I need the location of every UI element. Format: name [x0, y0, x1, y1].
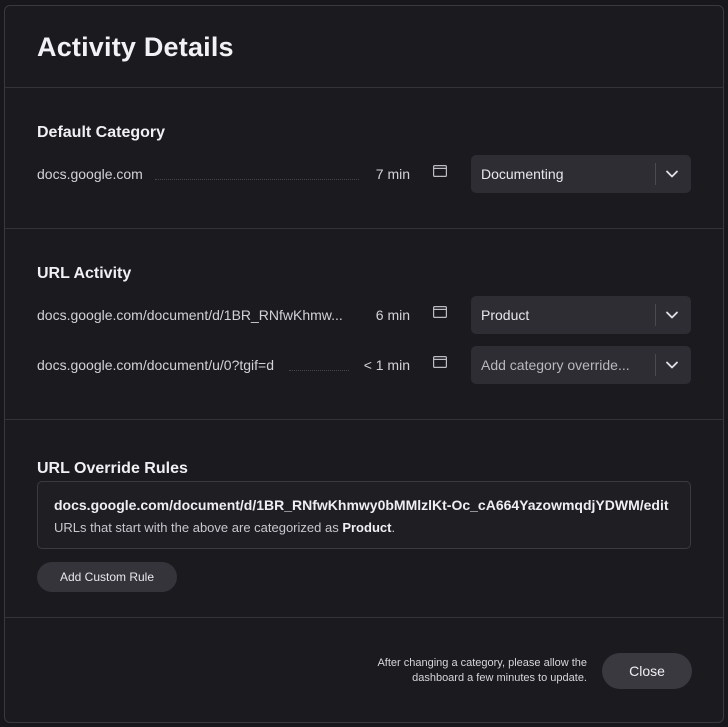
activity-duration: 7 min	[375, 166, 410, 182]
activity-duration: < 1 min	[363, 357, 410, 373]
leader-dots	[155, 179, 359, 180]
chevron-down-icon[interactable]	[665, 309, 679, 321]
activity-details-dialog: Activity Details Default Category docs.g…	[4, 5, 724, 723]
chevron-down-icon[interactable]	[665, 359, 679, 371]
add-custom-rule-button[interactable]: Add Custom Rule	[37, 562, 177, 592]
activity-duration: 6 min	[375, 307, 410, 323]
select-divider	[655, 304, 656, 326]
window-icon[interactable]	[433, 356, 447, 368]
category-override-select[interactable]: Add category override...	[471, 346, 691, 384]
close-button[interactable]: Close	[602, 653, 692, 689]
override-rule-description: URLs that start with the above are categ…	[54, 520, 395, 535]
default-category-section: Default Category docs.google.com 7 min D…	[5, 88, 723, 229]
chevron-down-icon[interactable]	[665, 168, 679, 180]
url-activity-section: URL Activity docs.google.com/document/d/…	[5, 229, 723, 420]
default-category-heading: Default Category	[37, 124, 166, 141]
dialog-header: Activity Details	[5, 6, 723, 88]
override-rule-url: docs.google.com/document/d/1BR_RNfwKhmwy…	[54, 497, 669, 513]
select-divider	[655, 354, 656, 376]
url-activity-heading: URL Activity	[37, 265, 132, 282]
dialog-title: Activity Details	[37, 32, 234, 62]
override-rule-desc-prefix: URLs that start with the above are categ…	[54, 520, 343, 535]
category-select[interactable]: Product	[471, 296, 691, 334]
url-override-rules-heading: URL Override Rules	[37, 460, 188, 477]
activity-row: docs.google.com/document/d/1BR_RNfwKhmw.…	[5, 296, 723, 334]
window-icon[interactable]	[433, 165, 447, 177]
category-select-placeholder: Add category override...	[481, 357, 630, 373]
update-notice: After changing a category, please allow …	[377, 657, 587, 684]
activity-url: docs.google.com/document/d/1BR_RNfwKhmw.…	[37, 307, 343, 323]
override-rule-category: Product	[342, 520, 392, 535]
category-select-value: Documenting	[481, 166, 564, 182]
category-select-value: Product	[481, 307, 530, 323]
category-select[interactable]: Documenting	[471, 155, 691, 193]
override-rule-desc-suffix: .	[391, 520, 396, 535]
window-icon[interactable]	[433, 306, 447, 318]
activity-row: docs.google.com/document/u/0?tgif=d < 1 …	[5, 346, 723, 384]
override-rule-card[interactable]: docs.google.com/document/d/1BR_RNfwKhmwy…	[37, 481, 691, 549]
select-divider	[655, 163, 656, 185]
activity-row: docs.google.com 7 min Documenting	[5, 155, 723, 193]
activity-url: docs.google.com/document/u/0?tgif=d	[37, 357, 274, 373]
url-override-rules-section: URL Override Rules docs.google.com/docum…	[5, 420, 723, 618]
activity-url: docs.google.com	[37, 166, 143, 182]
leader-dots	[289, 370, 349, 371]
